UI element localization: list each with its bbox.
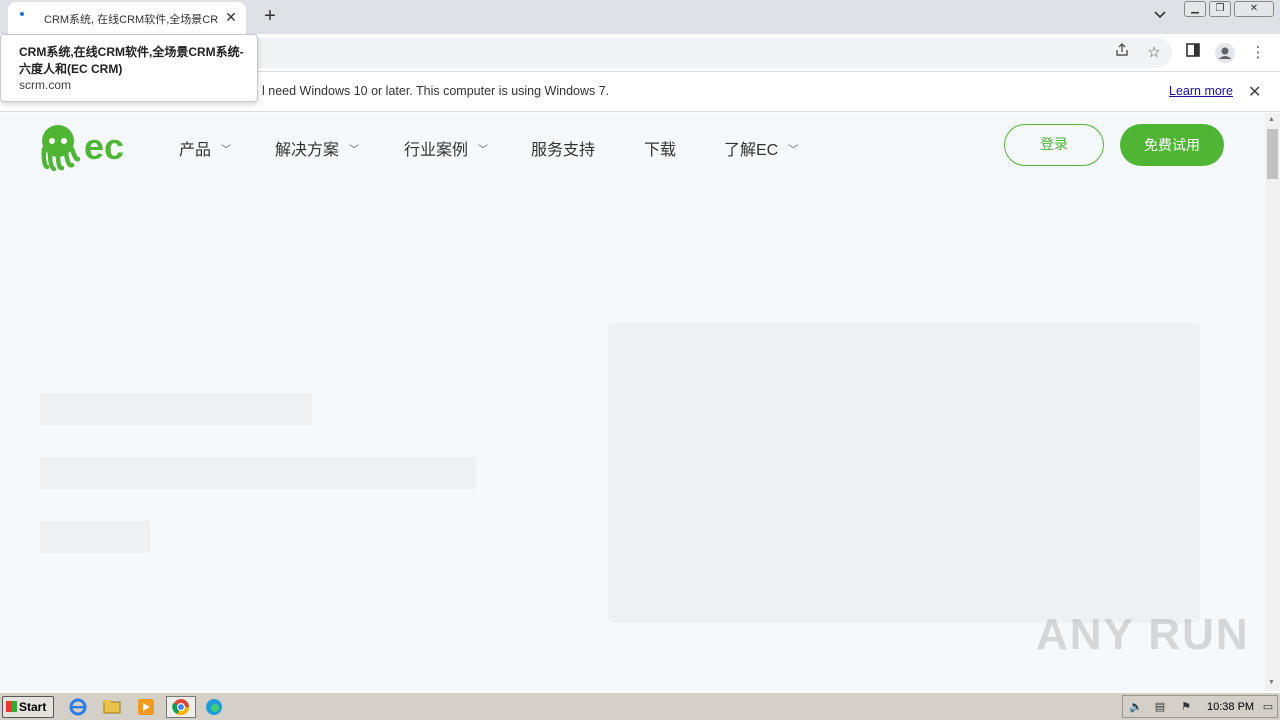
- tooltip-domain: scrm.com: [19, 78, 71, 92]
- menu-kebab-icon[interactable]: ⋮: [1247, 42, 1269, 64]
- logo-text: ec: [84, 126, 124, 167]
- bookmark-star-icon[interactable]: ☆: [1143, 42, 1165, 64]
- share-icon[interactable]: [1111, 42, 1133, 64]
- chevron-down-icon: ﹀: [478, 145, 489, 156]
- skeleton-button: [40, 521, 150, 553]
- start-label: Start: [19, 700, 47, 714]
- nav-label: 行业案例: [404, 142, 469, 159]
- minimize-button[interactable]: ▁: [1184, 1, 1206, 17]
- info-bar-message: l need Windows 10 or later. This compute…: [262, 84, 610, 98]
- chevron-down-icon: ﹀: [349, 145, 360, 156]
- login-button[interactable]: 登录: [1004, 124, 1104, 166]
- skeleton-hero-image: [608, 323, 1200, 623]
- side-panel-icon[interactable]: [1182, 42, 1204, 64]
- tooltip-title: CRM系统,在线CRM软件,全场景CRM系统-六度人和(EC CRM): [19, 45, 244, 76]
- tab-tooltip: CRM系统,在线CRM软件,全场景CRM系统-六度人和(EC CRM) scrm…: [0, 34, 258, 102]
- profile-avatar-icon[interactable]: [1214, 42, 1236, 64]
- ie-icon[interactable]: [68, 697, 90, 717]
- taskbar-clock: 10:38 PM: [1207, 701, 1255, 713]
- system-tray: 🔈 ▤ ⚑ 10:38 PM ▭: [1122, 695, 1278, 718]
- media-player-icon[interactable]: [136, 697, 158, 717]
- window-close-button[interactable]: ✕: [1234, 1, 1274, 17]
- nav-item-download[interactable]: 下载: [644, 136, 676, 160]
- anyrun-watermark: ANY RUN: [1036, 610, 1250, 659]
- tab-title: CRM系统, 在线CRM软件,全场景CRM: [44, 14, 219, 26]
- nav-item-product[interactable]: 产品 ﹀: [179, 136, 231, 160]
- nav-label: 解决方案: [275, 142, 340, 159]
- page-viewport: ec 产品 ﹀ 解决方案 ﹀ 行业案例 ﹀ 服务支持 下载 了解EC ﹀ 登录 免费试用: [0, 113, 1265, 691]
- edge-icon[interactable]: [204, 697, 226, 717]
- nav-label: 产品: [179, 142, 212, 159]
- restore-button[interactable]: ❐: [1209, 1, 1231, 17]
- scrollbar-thumb[interactable]: [1267, 129, 1278, 179]
- chevron-down-icon: ﹀: [788, 145, 799, 156]
- nav-item-cases[interactable]: 行业案例 ﹀: [404, 136, 488, 160]
- free-trial-button[interactable]: 免费试用: [1120, 124, 1224, 166]
- windows-taskbar: Start 🔈 ▤ ⚑ 10:38 PM ▭: [0, 692, 1280, 720]
- ec-logo[interactable]: ec: [38, 121, 138, 173]
- action-center-flag-icon[interactable]: ⚑: [1179, 701, 1193, 714]
- scroll-up-icon[interactable]: ▲: [1268, 116, 1275, 123]
- volume-icon[interactable]: 🔈: [1129, 701, 1143, 714]
- start-button[interactable]: Start: [2, 696, 54, 718]
- skeleton-heading: [40, 393, 312, 425]
- nav-label: 了解EC: [724, 142, 779, 159]
- chevron-down-icon: ﹀: [221, 145, 232, 156]
- page-scrollbar[interactable]: ▲ ▼: [1265, 113, 1280, 691]
- info-bar-close-icon[interactable]: ✕: [1248, 82, 1261, 102]
- nav-item-about-ec[interactable]: 了解EC ﹀: [724, 136, 798, 160]
- explorer-icon[interactable]: [102, 697, 124, 717]
- new-tab-button[interactable]: +: [258, 5, 282, 29]
- skeleton-subheading: [40, 457, 476, 489]
- network-icon[interactable]: ▤: [1153, 701, 1167, 714]
- nav-item-support[interactable]: 服务支持: [531, 136, 595, 160]
- learn-more-link[interactable]: Learn more: [1169, 84, 1233, 98]
- scroll-down-icon[interactable]: ▼: [1268, 679, 1275, 686]
- nav-label: 服务支持: [531, 142, 596, 159]
- nav-item-solutions[interactable]: 解决方案 ﹀: [275, 136, 359, 160]
- tab-close-icon[interactable]: ✕: [222, 8, 240, 26]
- show-desktop-icon[interactable]: ▭: [1261, 701, 1275, 714]
- browser-tab[interactable]: CRM系统, 在线CRM软件,全场景CRM ✕: [8, 2, 246, 34]
- windows-flag-icon: [6, 701, 17, 712]
- address-bar[interactable]: [160, 38, 1172, 68]
- nav-label: 下载: [644, 142, 677, 159]
- chrome-icon[interactable]: [166, 696, 196, 718]
- tab-strip: CRM系统, 在线CRM软件,全场景CRM ✕ + ▁ ❐ ✕: [0, 0, 1280, 34]
- favicon-icon: [20, 12, 24, 16]
- tab-search-chevron-icon[interactable]: [1150, 8, 1170, 26]
